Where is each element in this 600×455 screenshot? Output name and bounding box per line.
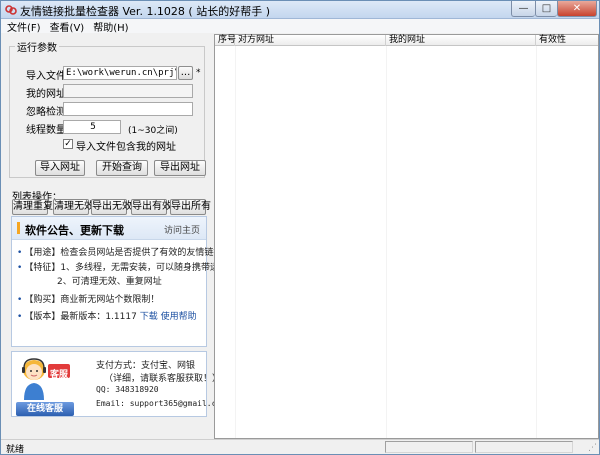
bullet-icon: •: [17, 248, 23, 258]
mysite-field[interactable]: [63, 84, 193, 98]
help-link[interactable]: 使用帮助: [161, 312, 197, 322]
export-invalid-button[interactable]: 导出无效: [91, 199, 132, 215]
export-all-button[interactable]: 导出所有: [170, 199, 211, 215]
col-their-url[interactable]: 对方网址: [235, 35, 386, 46]
notice-text: 检查会员网站是否提供了有效的友情链接: [60, 248, 223, 258]
bullet-icon: •: [17, 263, 23, 273]
download-link[interactable]: 下载: [140, 312, 158, 322]
announcement-header: 软件公告、更新下载 访问主页: [12, 217, 206, 240]
column-divider: [386, 46, 387, 438]
col-index[interactable]: 序号: [215, 35, 236, 46]
support-panel: 客服 在线客服 支付方式：支付宝、网银 （详细，请联系客服获取！） QQ: 34…: [11, 351, 226, 417]
ignore-field[interactable]: [63, 102, 193, 116]
status-pane: [475, 441, 573, 453]
notice-text: 1、多线程，无需安装，可以随身携带运行: [60, 263, 229, 273]
status-pane: [385, 441, 473, 453]
contact-note: （详细，请联系客服获取！）: [104, 374, 222, 384]
status-bar: 就绪 ⋰: [1, 439, 599, 455]
notice-prefix: 【用途】: [24, 248, 61, 258]
main-window: 友情链接批量检查器 Ver. 1.1028 ( 站长的好帮手 ) — □ ✕ 文…: [0, 0, 600, 455]
export-valid-button[interactable]: 导出有效: [131, 199, 172, 215]
notice-item: • 【特征】1、多线程，无需安装，可以随身携带运行: [17, 260, 228, 273]
window-controls: — □ ✕: [511, 1, 597, 18]
service-badge: 客服: [50, 370, 69, 380]
app-icon: [5, 5, 17, 15]
notice-prefix: 【版本】: [24, 312, 61, 322]
dedupe-button[interactable]: 清理重复: [12, 199, 53, 215]
menu-help[interactable]: 帮助(H): [93, 19, 128, 34]
group-legend: 运行参数: [15, 39, 59, 54]
maximize-button[interactable]: □: [535, 1, 557, 17]
header-accent-bar: [17, 222, 20, 234]
close-button[interactable]: ✕: [557, 1, 597, 17]
window-title: 友情链接批量检查器 Ver. 1.1028 ( 站长的好帮手 ): [20, 5, 271, 18]
announcement-panel: 软件公告、更新下载 访问主页 • 【用途】检查会员网站是否提供了有效的友情链接 •…: [11, 216, 228, 347]
title-bar: 友情链接批量检查器 Ver. 1.1028 ( 站长的好帮手 ) — □ ✕: [1, 1, 599, 19]
status-text: 就绪: [6, 445, 25, 455]
clean-invalid-button[interactable]: 清理无效: [53, 199, 94, 215]
required-mark: *: [196, 68, 201, 78]
start-query-button[interactable]: 开始查询: [96, 160, 148, 176]
notice-prefix: 【购买】: [24, 295, 61, 305]
col-my-url[interactable]: 我的网址: [386, 35, 536, 46]
column-divider: [235, 46, 236, 438]
notice-text: 2、可清理无效、重复网址: [57, 277, 162, 287]
import-urls-button[interactable]: 导入网址: [35, 160, 85, 176]
resize-grip-icon[interactable]: ⋰: [588, 443, 597, 453]
left-panel: 运行参数 导入文件： E:\work\werun.cn\prj\webLinkC…: [1, 34, 228, 439]
table-header: 序号 对方网址 我的网址 有效性: [215, 35, 598, 46]
column-divider: [536, 46, 537, 438]
menu-bar: 文件(F) 查看(V) 帮助(H): [1, 19, 599, 34]
notice-text: 商业新无网站个数限制！: [60, 295, 160, 305]
announcement-title: 软件公告、更新下载: [25, 224, 124, 237]
results-table[interactable]: 序号 对方网址 我的网址 有效性: [214, 34, 599, 439]
bullet-icon: •: [17, 295, 23, 305]
notice-prefix: 【特征】: [24, 263, 61, 273]
export-urls-button[interactable]: 导出网址: [154, 160, 206, 176]
col-validity[interactable]: 有效性: [536, 35, 598, 46]
threads-field[interactable]: 5: [63, 120, 121, 134]
notice-text: 最新版本：1.1117: [60, 312, 140, 322]
notice-item: 2、可清理无效、重复网址: [57, 274, 162, 287]
visit-homepage-link[interactable]: 访问主页: [164, 223, 200, 236]
include-mysite-checkbox[interactable]: ✓: [63, 139, 73, 149]
include-mysite-label: 导入文件包含我的网址: [76, 142, 176, 153]
notice-item: • 【购买】商业新无网站个数限制！: [17, 292, 159, 305]
menu-file[interactable]: 文件(F): [7, 19, 41, 34]
notice-item: • 【用途】检查会员网站是否提供了有效的友情链接: [17, 245, 222, 258]
menu-view[interactable]: 查看(V): [50, 19, 85, 34]
minimize-button[interactable]: —: [511, 1, 535, 17]
online-service-button[interactable]: 在线客服: [16, 402, 74, 416]
import-file-field[interactable]: E:\work\werun.cn\prj\webLinkChk\: [63, 66, 177, 80]
qq-number: QQ: 348318920: [96, 385, 159, 394]
payment-methods: 支付方式：支付宝、网银: [96, 361, 196, 371]
run-params-group: 运行参数 导入文件： E:\work\werun.cn\prj\webLinkC…: [9, 39, 205, 178]
threads-hint: (1~30之间): [128, 126, 178, 136]
support-email: Email: support365@gmail.com: [96, 399, 227, 408]
notice-item: • 【版本】最新版本：1.1117 下载 使用帮助: [17, 309, 197, 322]
bullet-icon: •: [17, 312, 23, 322]
browse-button[interactable]: ...: [178, 66, 193, 80]
